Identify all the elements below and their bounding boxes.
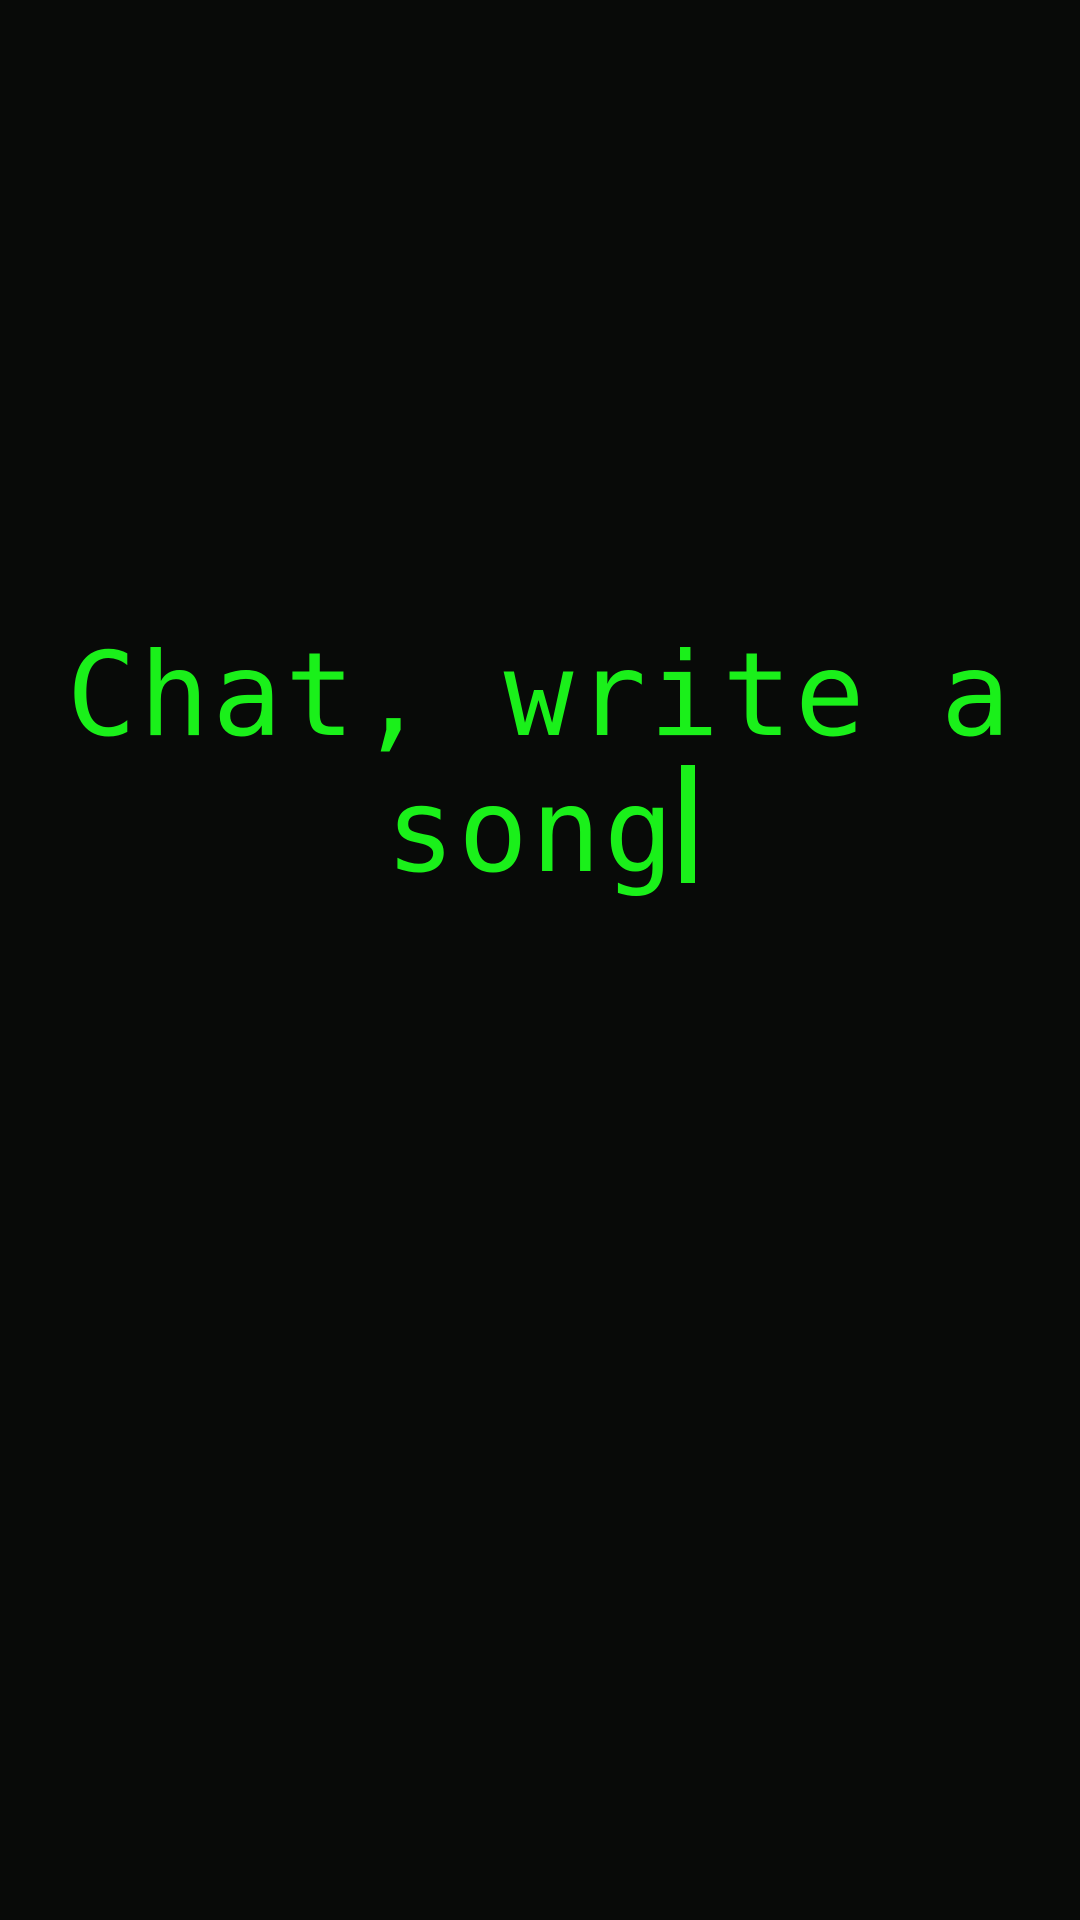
prompt-line-2: song: [385, 764, 677, 899]
terminal-screen: Chat, write a song: [0, 0, 1080, 1920]
text-cursor: [680, 765, 695, 883]
typed-prompt: Chat, write a song: [0, 628, 1080, 900]
prompt-line-2-wrapper: song: [0, 764, 1080, 900]
prompt-line-1: Chat, write a: [66, 628, 1014, 763]
